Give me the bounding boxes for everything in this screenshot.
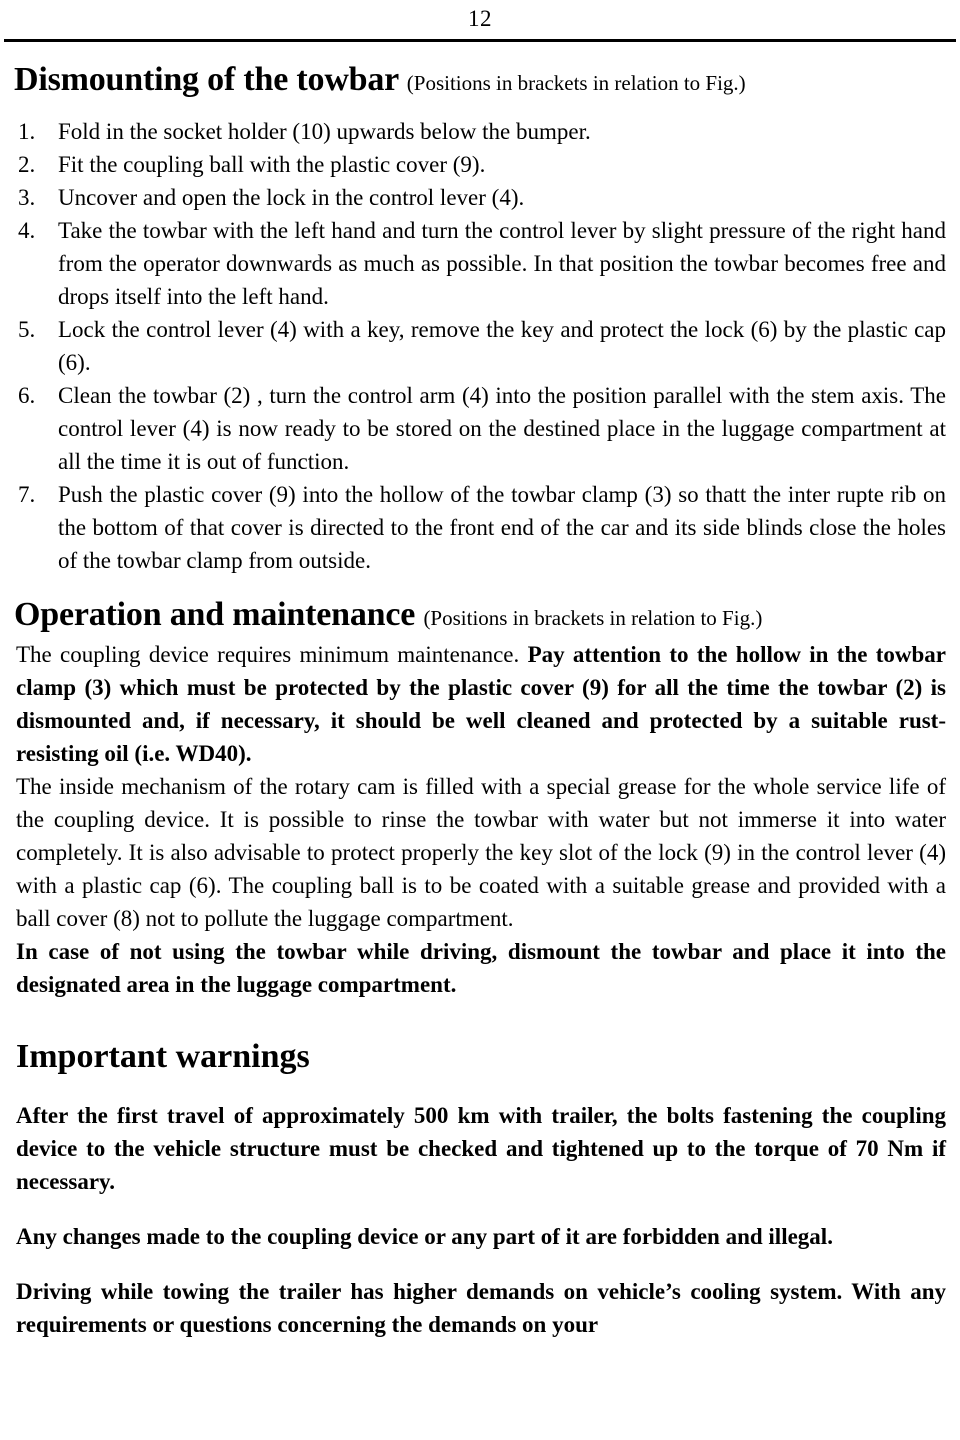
list-item-number: 2. — [18, 152, 36, 177]
storage-notice-paragraph: In case of not using the towbar while dr… — [16, 939, 946, 997]
list-item-text: Fold in the socket holder (10) upwards b… — [58, 119, 591, 144]
warning-paragraph-modifications: Any changes made to the coupling device … — [16, 1224, 833, 1249]
list-item-text: Take the towbar with the left hand and t… — [58, 218, 946, 309]
list-item: 7. Push the plastic cover (9) into the ho… — [14, 478, 946, 577]
document-page: 12 Dismounting of the towbar (Positions … — [0, 0, 960, 1440]
list-item: 5. Lock the control lever (4) with a key,… — [14, 313, 946, 379]
maintenance-paragraph: The coupling device requires minimum mai… — [14, 638, 946, 770]
header-divider — [4, 39, 956, 42]
list-item: 2. Fit the coupling ball with the plastic… — [14, 148, 946, 181]
list-item-number: 3. — [18, 185, 36, 210]
dismounting-steps-list: 1. Fold in the socket holder (10) upwards… — [14, 115, 946, 577]
list-item-text: Uncover and open the lock in the control… — [58, 185, 525, 210]
rotary-cam-paragraph: The inside mechanism of the rotary cam i… — [16, 774, 946, 931]
important-warnings-heading: Important warnings — [16, 1038, 310, 1075]
maintenance-paragraph-regular: The coupling device requires minimum mai… — [16, 642, 528, 667]
list-item-number: 4. — [18, 218, 36, 243]
list-item: 6. Clean the towbar (2) , turn the contro… — [14, 379, 946, 478]
dismounting-heading: Dismounting of the towbar (Positions in … — [14, 60, 946, 103]
warning-paragraph-cooling: Driving while towing the trailer has hig… — [16, 1279, 946, 1337]
list-item-number: 7. — [18, 482, 36, 507]
operation-heading-note: (Positions in brackets in relation to Fi… — [423, 606, 763, 630]
list-item-number: 5. — [18, 317, 36, 342]
page-number: 12 — [468, 6, 492, 31]
list-item-text: Fit the coupling ball with the plastic c… — [58, 152, 486, 177]
list-item-text: Lock the control lever (4) with a key, r… — [58, 317, 946, 375]
list-item: 4. Take the towbar with the left hand and… — [14, 214, 946, 313]
list-item-number: 6. — [18, 383, 36, 408]
list-item: 1. Fold in the socket holder (10) upwards… — [14, 115, 946, 148]
warning-paragraph-torque: After the first travel of approximately … — [16, 1103, 946, 1194]
dismounting-heading-note: (Positions in brackets in relation to Fi… — [406, 71, 746, 95]
list-item: 3. Uncover and open the lock in the contr… — [14, 181, 946, 214]
operation-heading-text: Operation and maintenance — [14, 596, 416, 633]
list-item-text: Push the plastic cover (9) into the holl… — [58, 482, 946, 573]
list-item-text: Clean the towbar (2) , turn the control … — [58, 383, 946, 474]
list-item-number: 1. — [18, 119, 36, 144]
dismounting-heading-text: Dismounting of the towbar — [14, 61, 399, 98]
operation-heading: Operation and maintenance (Positions in … — [14, 595, 946, 638]
